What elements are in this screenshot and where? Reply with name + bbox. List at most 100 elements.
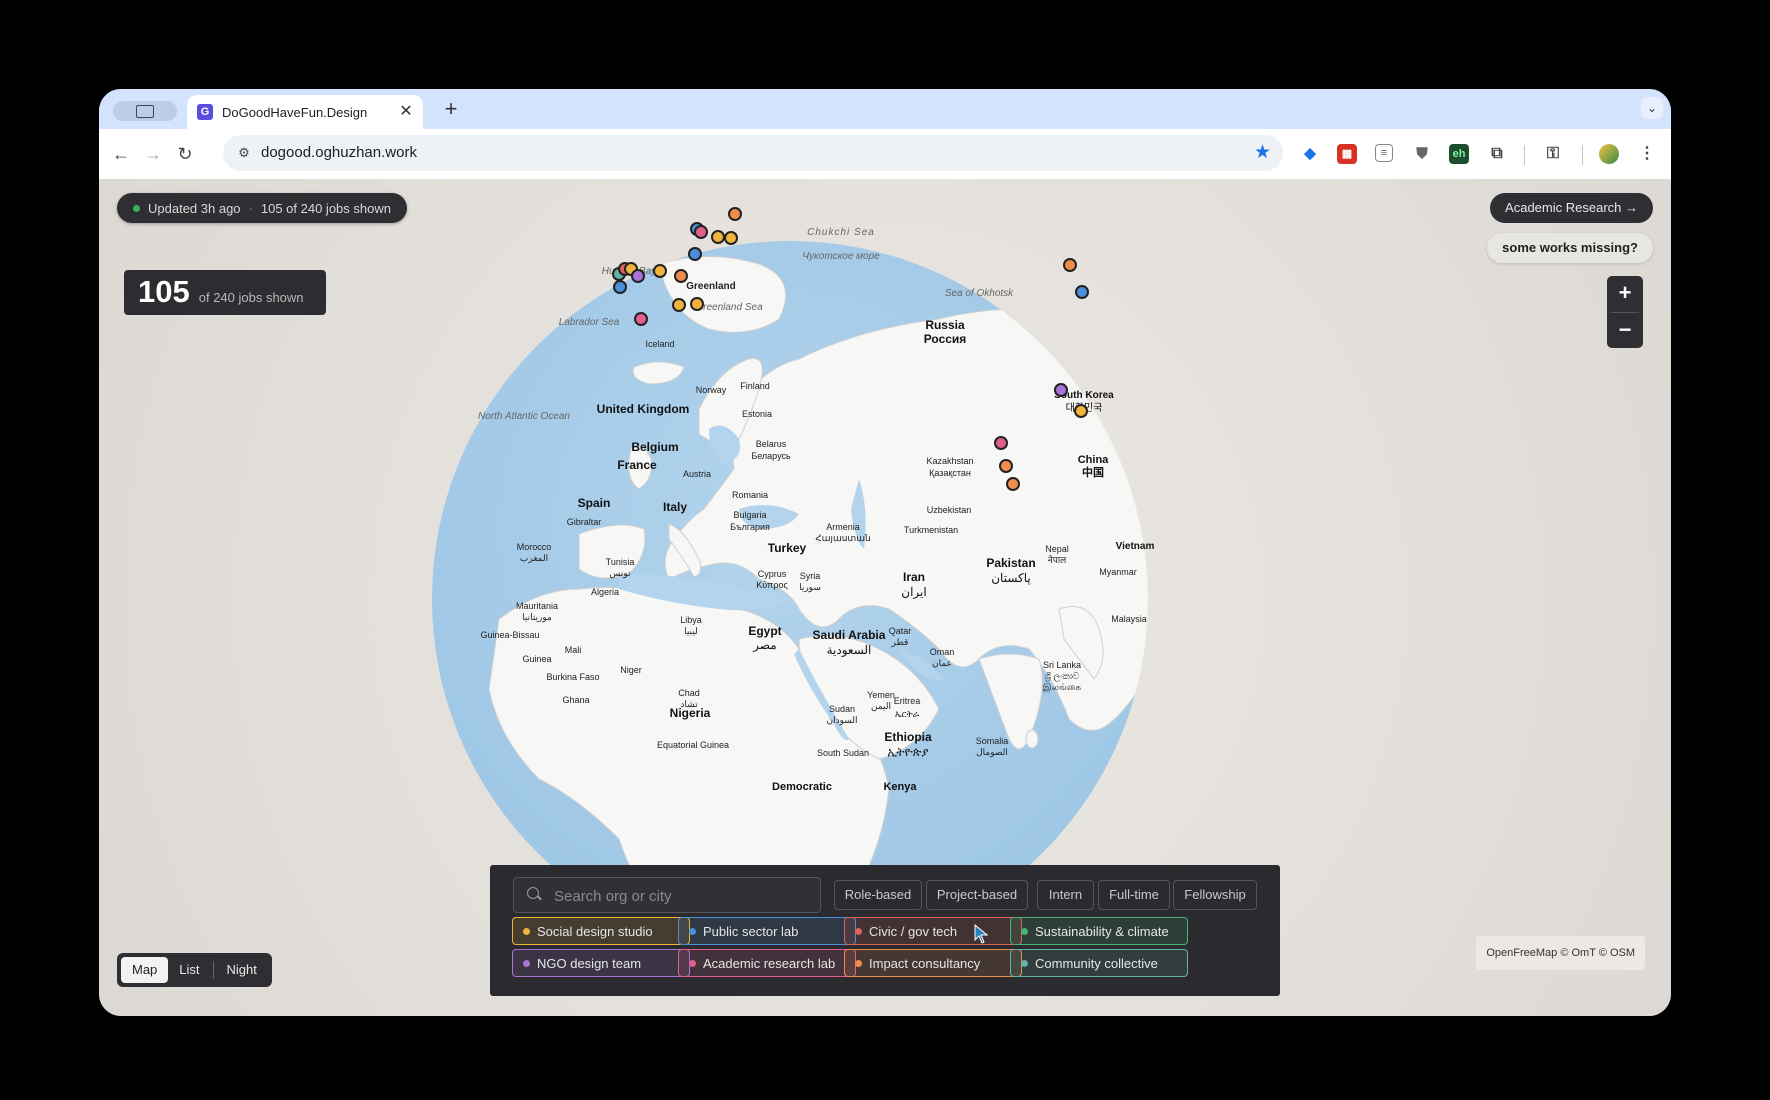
job-marker[interactable] (724, 231, 738, 245)
address-bar[interactable]: ⚙ dogood.oghuzhan.work ★ (223, 135, 1283, 171)
filter-chip-fellowship[interactable]: Fellowship (1173, 880, 1257, 910)
label-chukchi-sea-ru: Чукотское море (802, 251, 880, 262)
job-marker[interactable] (690, 297, 704, 311)
category-color-dot (1021, 959, 1028, 967)
job-marker[interactable] (999, 459, 1013, 473)
eh-extension-icon[interactable]: eh (1449, 144, 1469, 164)
filter-chip-full-time[interactable]: Full-time (1098, 880, 1170, 910)
job-marker[interactable] (631, 269, 645, 283)
label-belarus: Belarus (756, 439, 787, 449)
forward-arrow-icon[interactable]: → (141, 142, 165, 166)
search-field[interactable] (513, 877, 821, 914)
grid-extension-icon[interactable]: ▦ (1337, 144, 1357, 164)
job-marker[interactable] (634, 312, 648, 326)
filter-chip-intern[interactable]: Intern (1037, 880, 1094, 910)
category-filter-academic-research-lab[interactable]: Academic research lab (678, 949, 856, 977)
label-eritrea: Eritrea (894, 696, 921, 706)
zoom-in-button[interactable]: + (1607, 276, 1643, 312)
label-ethiopia-am: ኢትዮጵያ (887, 745, 928, 759)
toolbar-divider (1524, 145, 1525, 165)
category-filter-social-design-studio[interactable]: Social design studio (512, 917, 690, 945)
tab-active[interactable]: G DoGoodHaveFun.Design ✕ (187, 95, 423, 129)
academic-research-button[interactable]: Academic Research → (1490, 193, 1653, 223)
label-labrador-sea: Labrador Sea (559, 317, 620, 328)
label-norway: Norway (696, 385, 727, 395)
label-burkina-faso: Burkina Faso (546, 672, 599, 682)
label-tunisia-ar: تونس (609, 568, 631, 579)
category-color-dot (689, 959, 696, 967)
label-guinea-bissau: Guinea-Bissau (480, 630, 539, 640)
category-filter-impact-consultancy[interactable]: Impact consultancy (844, 949, 1022, 977)
job-marker[interactable] (613, 280, 627, 294)
label-spain: Spain (578, 496, 611, 510)
browser-toolbar: ← → ↻ ⚙ dogood.oghuzhan.work ★ ◆ ▦ ≡ ⛊ e… (99, 129, 1671, 180)
filter-chip-role-based[interactable]: Role-based (834, 880, 922, 910)
puzzle-icon[interactable]: ⧉ (1487, 144, 1507, 164)
close-icon[interactable]: ✕ (397, 103, 415, 121)
label-romania: Romania (732, 490, 768, 500)
label-mauritania-ar: موريتانيا (522, 612, 552, 623)
label-vietnam: Vietnam (1116, 541, 1155, 552)
category-filter-ngo-design-team[interactable]: NGO design team (512, 949, 690, 977)
job-marker[interactable] (672, 298, 686, 312)
browser-window: G DoGoodHaveFun.Design ✕ + ⌄ ← → ↻ ⚙ dog… (99, 89, 1671, 1016)
works-missing-button[interactable]: some works missing? (1487, 233, 1653, 263)
category-filter-sustainability-climate[interactable]: Sustainability & climate (1010, 917, 1188, 945)
label-kazakhstan-kk: Қазақстан (929, 468, 971, 478)
label-cyprus: Cyprus (758, 569, 787, 579)
search-input[interactable] (552, 878, 816, 914)
bookmark-star-icon[interactable]: ★ (1254, 141, 1271, 164)
job-marker[interactable] (1074, 404, 1088, 418)
filter-chip-project-based[interactable]: Project-based (926, 880, 1028, 910)
category-filter-public-sector-lab[interactable]: Public sector lab (678, 917, 856, 945)
label-armenia-hy: Հայաստան (815, 533, 870, 543)
job-marker[interactable] (994, 436, 1008, 450)
job-marker[interactable] (1063, 258, 1077, 272)
more-vert-icon[interactable]: ⋮ (1637, 144, 1657, 164)
label-equatorial-guinea: Equatorial Guinea (657, 740, 729, 750)
label-nepal: Nepal (1045, 544, 1069, 554)
back-arrow-icon[interactable]: ← (109, 142, 133, 166)
zoom-out-button[interactable]: − (1607, 313, 1643, 349)
view-divider (212, 961, 214, 979)
job-marker[interactable] (1006, 477, 1020, 491)
view-night-button[interactable]: Night (216, 957, 268, 983)
label-nigeria: Nigeria (670, 706, 711, 720)
job-marker[interactable] (1075, 285, 1089, 299)
job-marker[interactable] (694, 225, 708, 239)
reader-icon[interactable]: ≡ (1375, 144, 1393, 162)
job-marker[interactable] (674, 269, 688, 283)
category-label: Social design studio (537, 923, 653, 939)
password-key-icon[interactable]: ⚿ (1543, 144, 1563, 164)
site-info-icon[interactable]: ⚙ (235, 144, 253, 162)
category-filter-community-collective[interactable]: Community collective (1010, 949, 1188, 977)
job-marker[interactable] (688, 247, 702, 261)
new-tab-button[interactable]: + (439, 97, 463, 121)
label-italy: Italy (663, 500, 687, 514)
job-marker[interactable] (711, 230, 725, 244)
view-map-button[interactable]: Map (121, 957, 169, 983)
label-iceland: Iceland (645, 339, 674, 349)
label-chukchi-sea: Chukchi Sea (807, 227, 875, 238)
map-page: Chukchi Sea Чукотское море Hudson Bay Gr… (99, 179, 1671, 1016)
label-armenia: Armenia (826, 522, 860, 532)
map-attribution[interactable]: OpenFreeMap © OmT © OSM (1476, 936, 1645, 970)
translate-icon[interactable]: ◆ (1300, 144, 1320, 164)
job-marker[interactable] (728, 207, 742, 221)
category-label: Impact consultancy (869, 955, 981, 971)
tab-search-button[interactable] (113, 101, 177, 121)
label-iran-fa: ایران (901, 585, 926, 599)
shield-icon[interactable]: ⛊ (1412, 144, 1432, 164)
view-list-button[interactable]: List (168, 957, 210, 983)
category-color-dot (523, 959, 530, 967)
profile-avatar-icon[interactable] (1599, 144, 1619, 164)
job-marker[interactable] (1054, 383, 1068, 397)
status-dot (133, 204, 140, 212)
reload-icon[interactable]: ↻ (173, 142, 197, 166)
category-color-dot (855, 959, 862, 967)
category-filter-civic-gov-tech[interactable]: Civic / gov tech (844, 917, 1022, 945)
label-democratic: Democratic (772, 781, 832, 793)
job-marker[interactable] (653, 264, 667, 278)
chevron-down-icon[interactable]: ⌄ (1641, 97, 1663, 119)
url-text[interactable]: dogood.oghuzhan.work (261, 144, 417, 161)
